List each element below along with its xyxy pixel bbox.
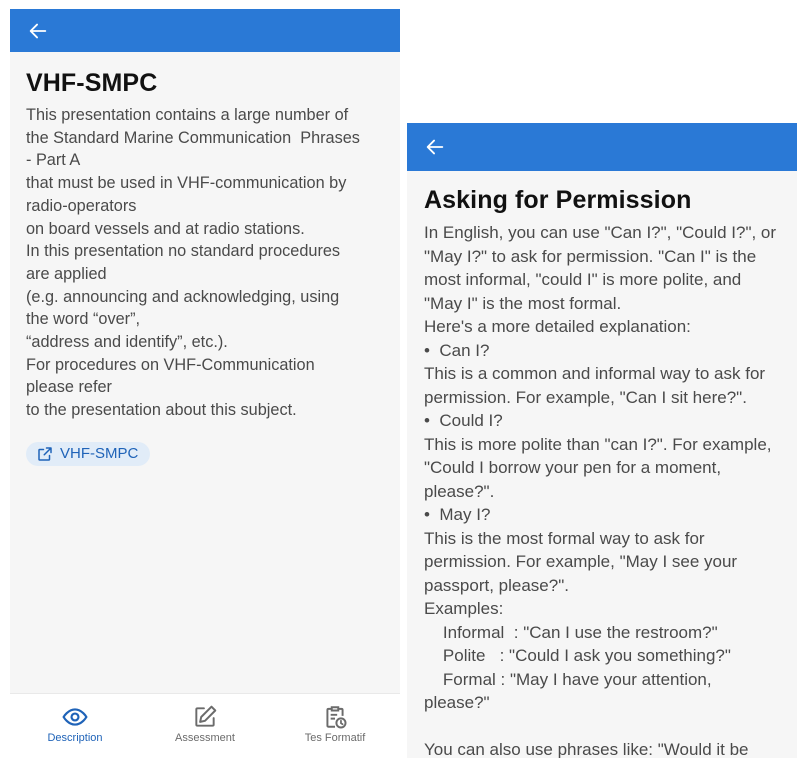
screen-right: Asking for Permission In English, you ca… — [407, 123, 797, 758]
nav-tes-formatif[interactable]: Tes Formatif — [275, 704, 395, 744]
back-arrow-icon[interactable] — [424, 136, 446, 158]
lesson-line: permission. For example, "Can I sit here… — [424, 387, 747, 407]
description-line: “address and identify”, etc.). — [26, 333, 228, 352]
lesson-content: Asking for Permission In English, you ca… — [407, 171, 797, 758]
lesson-line: You can also use phrases like: "Would it… — [424, 740, 749, 758]
external-link-icon — [38, 447, 52, 461]
lesson-line: Polite : "Could I ask you something?" — [424, 646, 731, 665]
lesson-line: passport, please?". — [424, 575, 569, 595]
lesson-line: permission. For example, "May I see your — [424, 552, 738, 571]
description-line: the word “over”, — [26, 310, 141, 329]
lesson-line: • Could I? — [424, 411, 503, 430]
description-line: - Part A — [26, 151, 81, 170]
external-link-chip[interactable]: VHF-SMPC — [26, 441, 151, 466]
lesson-line: most informal, "could I" is more polite,… — [424, 270, 742, 289]
description-line: on board vessels and at radio stations. — [26, 219, 305, 238]
eye-icon — [62, 708, 88, 726]
edit-icon — [195, 705, 217, 727]
lesson-line: Here's a more detailed explanation: — [424, 317, 691, 336]
description-line: In this presentation no standard procedu… — [26, 242, 341, 261]
lesson-line: • May I? — [424, 505, 491, 524]
nav-label: Assessment — [175, 732, 235, 744]
description-content: VHF-SMPC This presentation contains a la… — [10, 52, 400, 468]
screen-left: VHF-SMPC This presentation contains a la… — [10, 9, 400, 758]
lesson-line: Formal : "May I have your attention, — [424, 669, 712, 689]
nav-assessment[interactable]: Assessment — [145, 704, 265, 744]
description-line: This presentation contains a large numbe… — [26, 106, 349, 124]
lesson-line: In English, you can use "Can I?", "Could… — [424, 223, 777, 242]
lesson-line: This is more polite than "can I?". For e… — [424, 434, 772, 454]
description-line: the Standard Marine Communication Phrase… — [26, 128, 360, 147]
lesson-line: This is a common and informal way to ask… — [424, 364, 766, 383]
description-text: This presentation contains a large numbe… — [26, 104, 384, 422]
description-line: are applied — [26, 264, 107, 283]
nav-description[interactable]: Description — [15, 704, 135, 744]
description-line: that must be used in VHF-communication b… — [26, 174, 347, 193]
page-title: Asking for Permission — [424, 186, 692, 214]
lesson-line: • Can I? — [424, 340, 490, 360]
lesson-line: "Could I borrow your pen for a moment, — [424, 458, 722, 477]
description-line: (e.g. announcing and acknowledging, usin… — [26, 287, 340, 306]
lesson-text: In English, you can use "Can I?", "Could… — [424, 221, 780, 758]
page-title: VHF-SMPC — [26, 69, 158, 97]
lesson-line: "May I?" to ask for permission. "Can I" … — [424, 246, 757, 266]
description-line: For procedures on VHF-Communication — [26, 355, 315, 374]
description-line: please refer — [26, 378, 112, 397]
nav-label: Description — [47, 732, 103, 744]
clipboard-clock-icon — [326, 706, 347, 729]
bottom-navigation: Description Assessment Tes Formatif — [10, 693, 400, 758]
lesson-line: This is the most formal way to ask for — [424, 528, 705, 548]
external-link-label: VHF-SMPC — [60, 445, 139, 463]
app-bar — [10, 9, 400, 52]
lesson-line: Informal : "Can I use the restroom?" — [424, 622, 718, 642]
nav-label: Tes Formatif — [304, 732, 366, 744]
lesson-line: please?" — [424, 693, 490, 712]
description-line: to the presentation about this subject. — [26, 401, 297, 420]
lesson-line: Examples: — [424, 599, 504, 618]
app-bar — [407, 123, 797, 171]
back-arrow-icon[interactable] — [27, 20, 49, 42]
lesson-line: "May I" is the most formal. — [424, 293, 622, 313]
description-line: radio-operators — [26, 196, 137, 215]
lesson-line: please?". — [424, 481, 495, 501]
lesson-line — [424, 715, 780, 739]
